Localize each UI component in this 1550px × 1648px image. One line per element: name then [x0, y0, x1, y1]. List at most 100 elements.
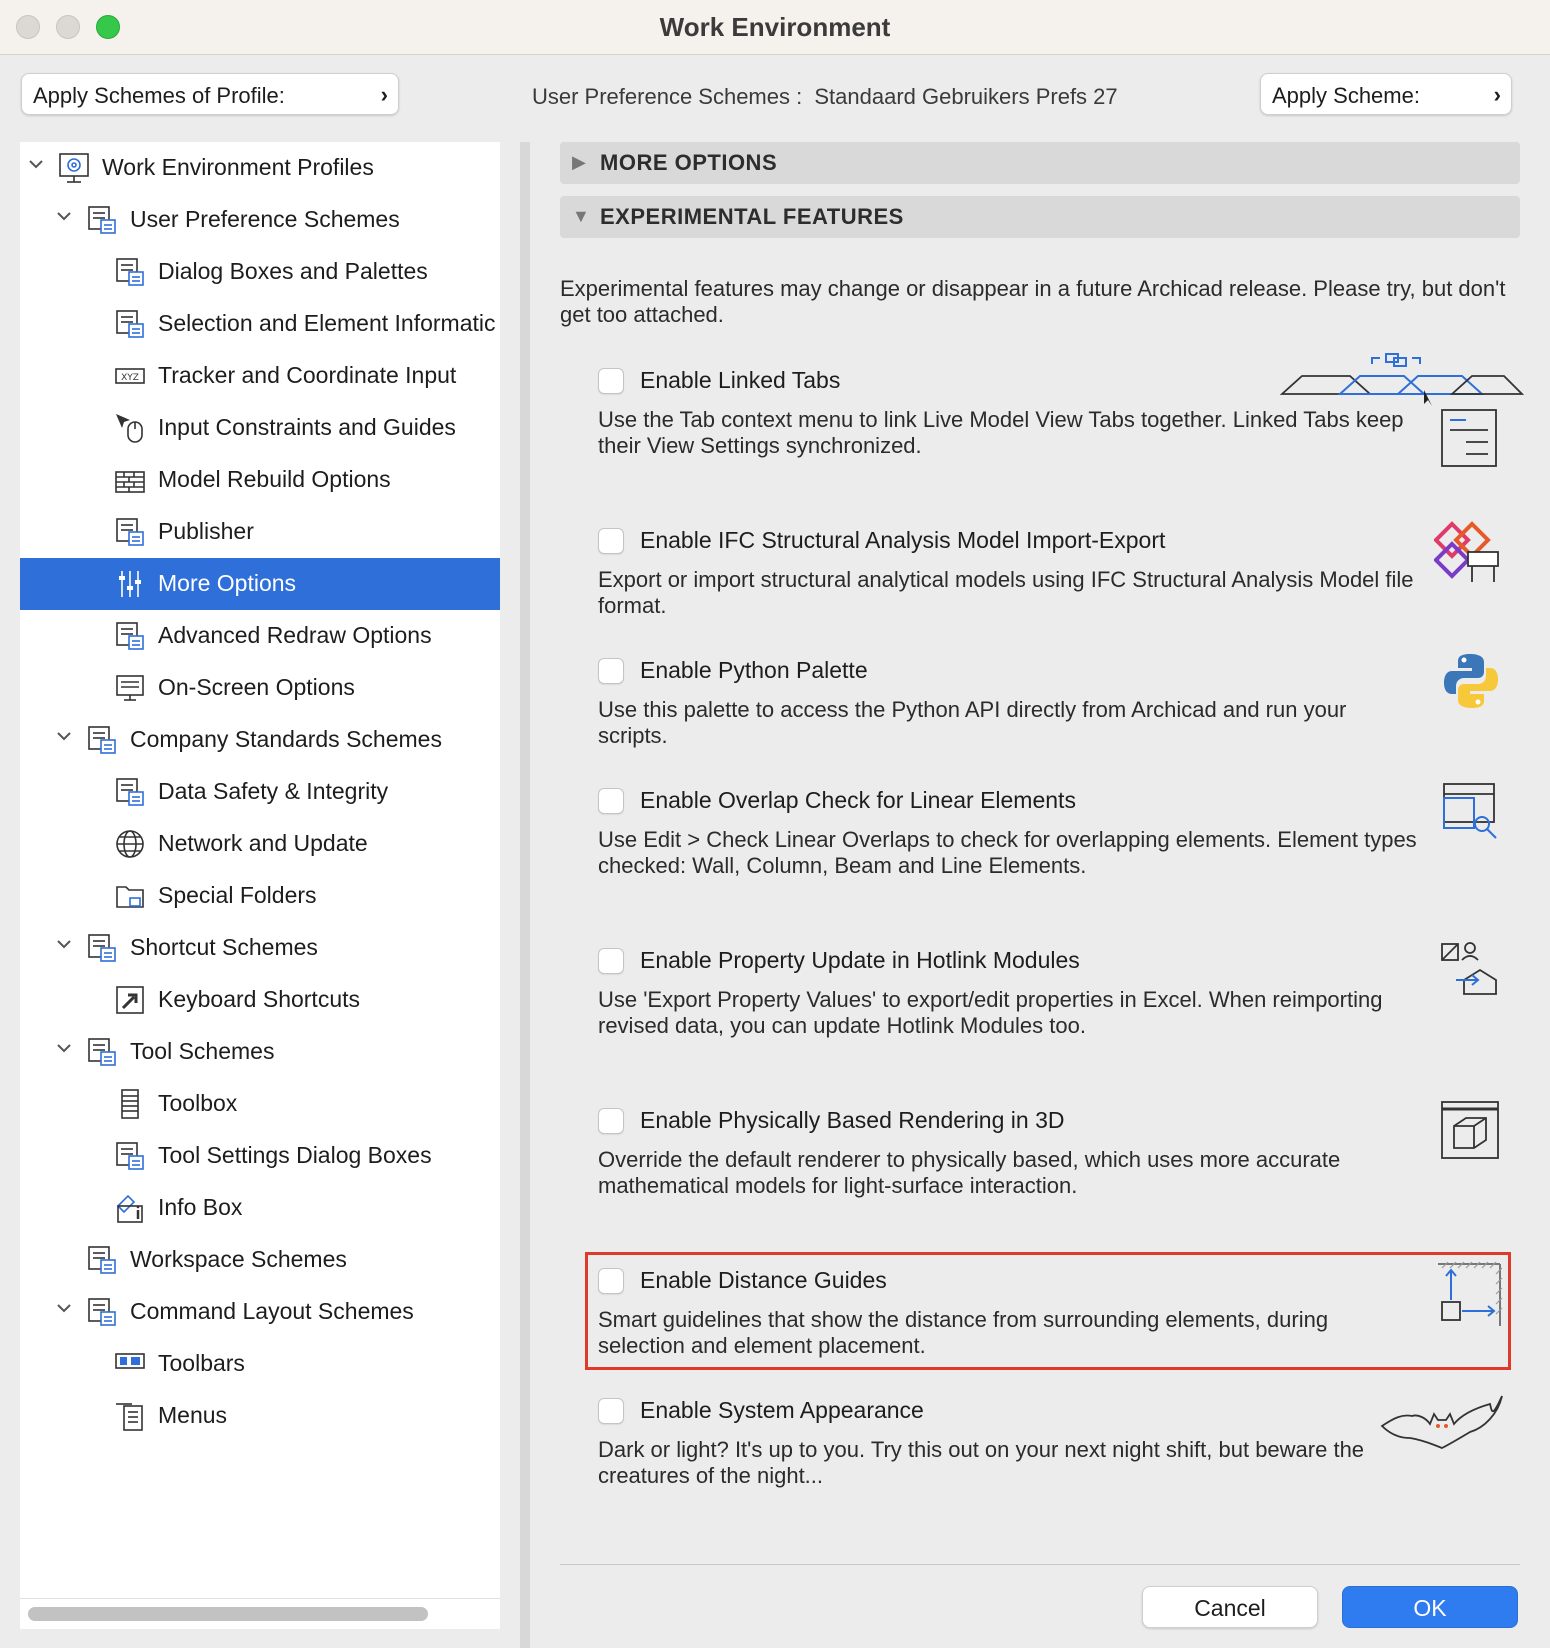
more-options-section-header[interactable]: ▶ MORE OPTIONS [560, 142, 1520, 184]
user-preference-scheme-indicator: User Preference Schemes : Standaard Gebr… [532, 84, 1118, 110]
tree-item-label: Toolbars [158, 1350, 245, 1376]
user-pref-label: User Preference Schemes : [532, 84, 803, 109]
tree-item-toolbox[interactable]: Toolbox [20, 1078, 500, 1130]
cancel-button[interactable]: Cancel [1142, 1586, 1318, 1628]
dialog-boxes-icon [114, 256, 146, 288]
tree-item-label: Tool Schemes [130, 1038, 275, 1064]
tree-item-label: On-Screen Options [158, 674, 355, 700]
tree-item-command-layout-schemes[interactable]: Command Layout Schemes [20, 1286, 500, 1338]
tree-item-label: Keyboard Shortcuts [158, 986, 361, 1012]
pane-splitter[interactable] [520, 142, 530, 1648]
feature-checkbox[interactable] [598, 788, 624, 814]
ifc-icon [1433, 518, 1506, 586]
menus-icon [114, 1400, 146, 1432]
tree-item-keyboard-shortcuts[interactable]: Keyboard Shortcuts [20, 974, 500, 1026]
tree-item-on-screen-options[interactable]: On-Screen Options [20, 662, 500, 714]
tree-item-company-standards-schemes[interactable]: Company Standards Schemes [20, 714, 500, 766]
user-prefs-icon [86, 204, 118, 236]
tree-item-label: Model Rebuild Options [158, 466, 391, 492]
feature-title[interactable]: Enable Linked Tabs [640, 367, 840, 394]
feature-title[interactable]: Enable Physically Based Rendering in 3D [640, 1107, 1064, 1134]
feature-checkbox[interactable] [598, 1398, 624, 1424]
chevron-down-icon[interactable] [54, 1038, 74, 1064]
tree-item-label: Network and Update [158, 830, 368, 856]
toolbox-icon [114, 1088, 146, 1120]
tree-item-label: User Preference Schemes [130, 206, 400, 232]
tree-item-advanced-redraw-options[interactable]: Advanced Redraw Options [20, 610, 500, 662]
apply-schemes-of-profile-label: Apply Schemes of Profile: [33, 83, 285, 108]
tree-item-special-folders[interactable]: Special Folders [20, 870, 500, 922]
tree-item-label: More Options [158, 570, 297, 596]
tree-item-selection-and-element-informatic[interactable]: Selection and Element Informatic [20, 298, 500, 350]
chevron-down-icon[interactable] [54, 206, 74, 232]
feature-description: Use 'Export Property Values' to export/e… [598, 987, 1383, 1038]
feature-title[interactable]: Enable System Appearance [640, 1397, 924, 1424]
feature-title[interactable]: Enable Python Palette [640, 657, 868, 684]
tree-item-label: Data Safety & Integrity [158, 778, 389, 804]
feature-title[interactable]: Enable Property Update in Hotlink Module… [640, 947, 1080, 974]
chevron-right-icon: › [380, 82, 388, 107]
experimental-features-section-header[interactable]: ▼ EXPERIMENTAL FEATURES [560, 196, 1520, 238]
tree-item-label: Selection and Element Informatic [158, 310, 496, 336]
xyz-icon: XYZ [114, 360, 146, 392]
chevron-down-icon[interactable] [54, 934, 74, 960]
tree-item-menus[interactable]: Menus [20, 1390, 500, 1442]
tree-item-label: Company Standards Schemes [130, 726, 442, 752]
apply-scheme-button[interactable]: Apply Scheme: › [1260, 73, 1512, 115]
tree-item-info-box[interactable]: Info Box [20, 1182, 500, 1234]
command-layout-icon [86, 1296, 118, 1328]
selection-info-icon [114, 308, 146, 340]
feature-checkbox[interactable] [598, 1108, 624, 1134]
tree-item-label: Tracker and Coordinate Input [158, 362, 457, 388]
tree-item-workspace-schemes[interactable]: Workspace Schemes [20, 1234, 500, 1286]
feature-title[interactable]: Enable Overlap Check for Linear Elements [640, 787, 1076, 814]
scrollbar-thumb[interactable] [28, 1607, 428, 1621]
info-box-icon [114, 1192, 146, 1224]
property-update-icon [1440, 940, 1502, 1002]
tree-item-publisher[interactable]: Publisher [20, 506, 500, 558]
work-environment-window: Work Environment Apply Schemes of Profil… [0, 0, 1550, 1648]
tree-item-more-options[interactable]: More Options [20, 558, 500, 610]
tree-item-shortcut-schemes[interactable]: Shortcut Schemes [20, 922, 500, 974]
shortcut-schemes-icon [86, 932, 118, 964]
toolbars-icon [114, 1348, 146, 1380]
tree-item-user-preference-schemes[interactable]: User Preference Schemes [20, 194, 500, 246]
tree-item-label: Advanced Redraw Options [158, 622, 432, 648]
tree-item-label: Special Folders [158, 882, 317, 908]
window-title: Work Environment [659, 12, 891, 42]
tree-item-tool-schemes[interactable]: Tool Schemes [20, 1026, 500, 1078]
tree-item-tool-settings-dialog-boxes[interactable]: Tool Settings Dialog Boxes [20, 1130, 500, 1182]
feature-title[interactable]: Enable IFC Structural Analysis Model Imp… [640, 527, 1165, 554]
redraw-house-icon [114, 620, 146, 652]
feature-description: Export or import structural analytical m… [598, 567, 1414, 618]
tree-item-label: Command Layout Schemes [130, 1298, 414, 1324]
tree-item-tracker-and-coordinate-input[interactable]: XYZ Tracker and Coordinate Input [20, 350, 500, 402]
tree-item-toolbars[interactable]: Toolbars [20, 1338, 500, 1390]
user-pref-value: Standaard Gebruikers Prefs 27 [814, 84, 1118, 109]
tree-item-label: Publisher [158, 518, 254, 544]
tree-item-label: Info Box [158, 1194, 243, 1220]
tree-item-network-and-update[interactable]: Network and Update [20, 818, 500, 870]
tree-item-dialog-boxes-and-palettes[interactable]: Dialog Boxes and Palettes [20, 246, 500, 298]
linked-tabs-icon [1279, 348, 1525, 470]
settings-tree: Work Environment Profiles User Preference… [20, 142, 500, 1598]
chevron-down-icon[interactable] [54, 726, 74, 752]
tree-item-work-environment-profiles[interactable]: Work Environment Profiles [20, 142, 500, 194]
bat-icon [1380, 1392, 1504, 1454]
svg-text:XYZ: XYZ [121, 373, 139, 383]
tree-item-data-safety-integrity[interactable]: Data Safety & Integrity [20, 766, 500, 818]
chevron-down-icon[interactable] [54, 1298, 74, 1324]
feature-checkbox[interactable] [598, 528, 624, 554]
chevron-down-icon[interactable] [26, 154, 46, 180]
tree-horizontal-scrollbar[interactable] [20, 1598, 500, 1629]
tree-item-input-constraints-and-guides[interactable]: Input Constraints and Guides [20, 402, 500, 454]
tree-item-model-rebuild-options[interactable]: Model Rebuild Options [20, 454, 500, 506]
ok-button[interactable]: OK [1342, 1586, 1518, 1628]
apply-schemes-of-profile-button[interactable]: Apply Schemes of Profile: › [21, 73, 399, 115]
feature-description: Use this palette to access the Python AP… [598, 697, 1347, 748]
feature-checkbox[interactable] [598, 658, 624, 684]
feature-checkbox[interactable] [598, 948, 624, 974]
feature-checkbox[interactable] [598, 368, 624, 394]
mouse-icon [114, 412, 146, 444]
cube-render-icon [1440, 1100, 1502, 1162]
